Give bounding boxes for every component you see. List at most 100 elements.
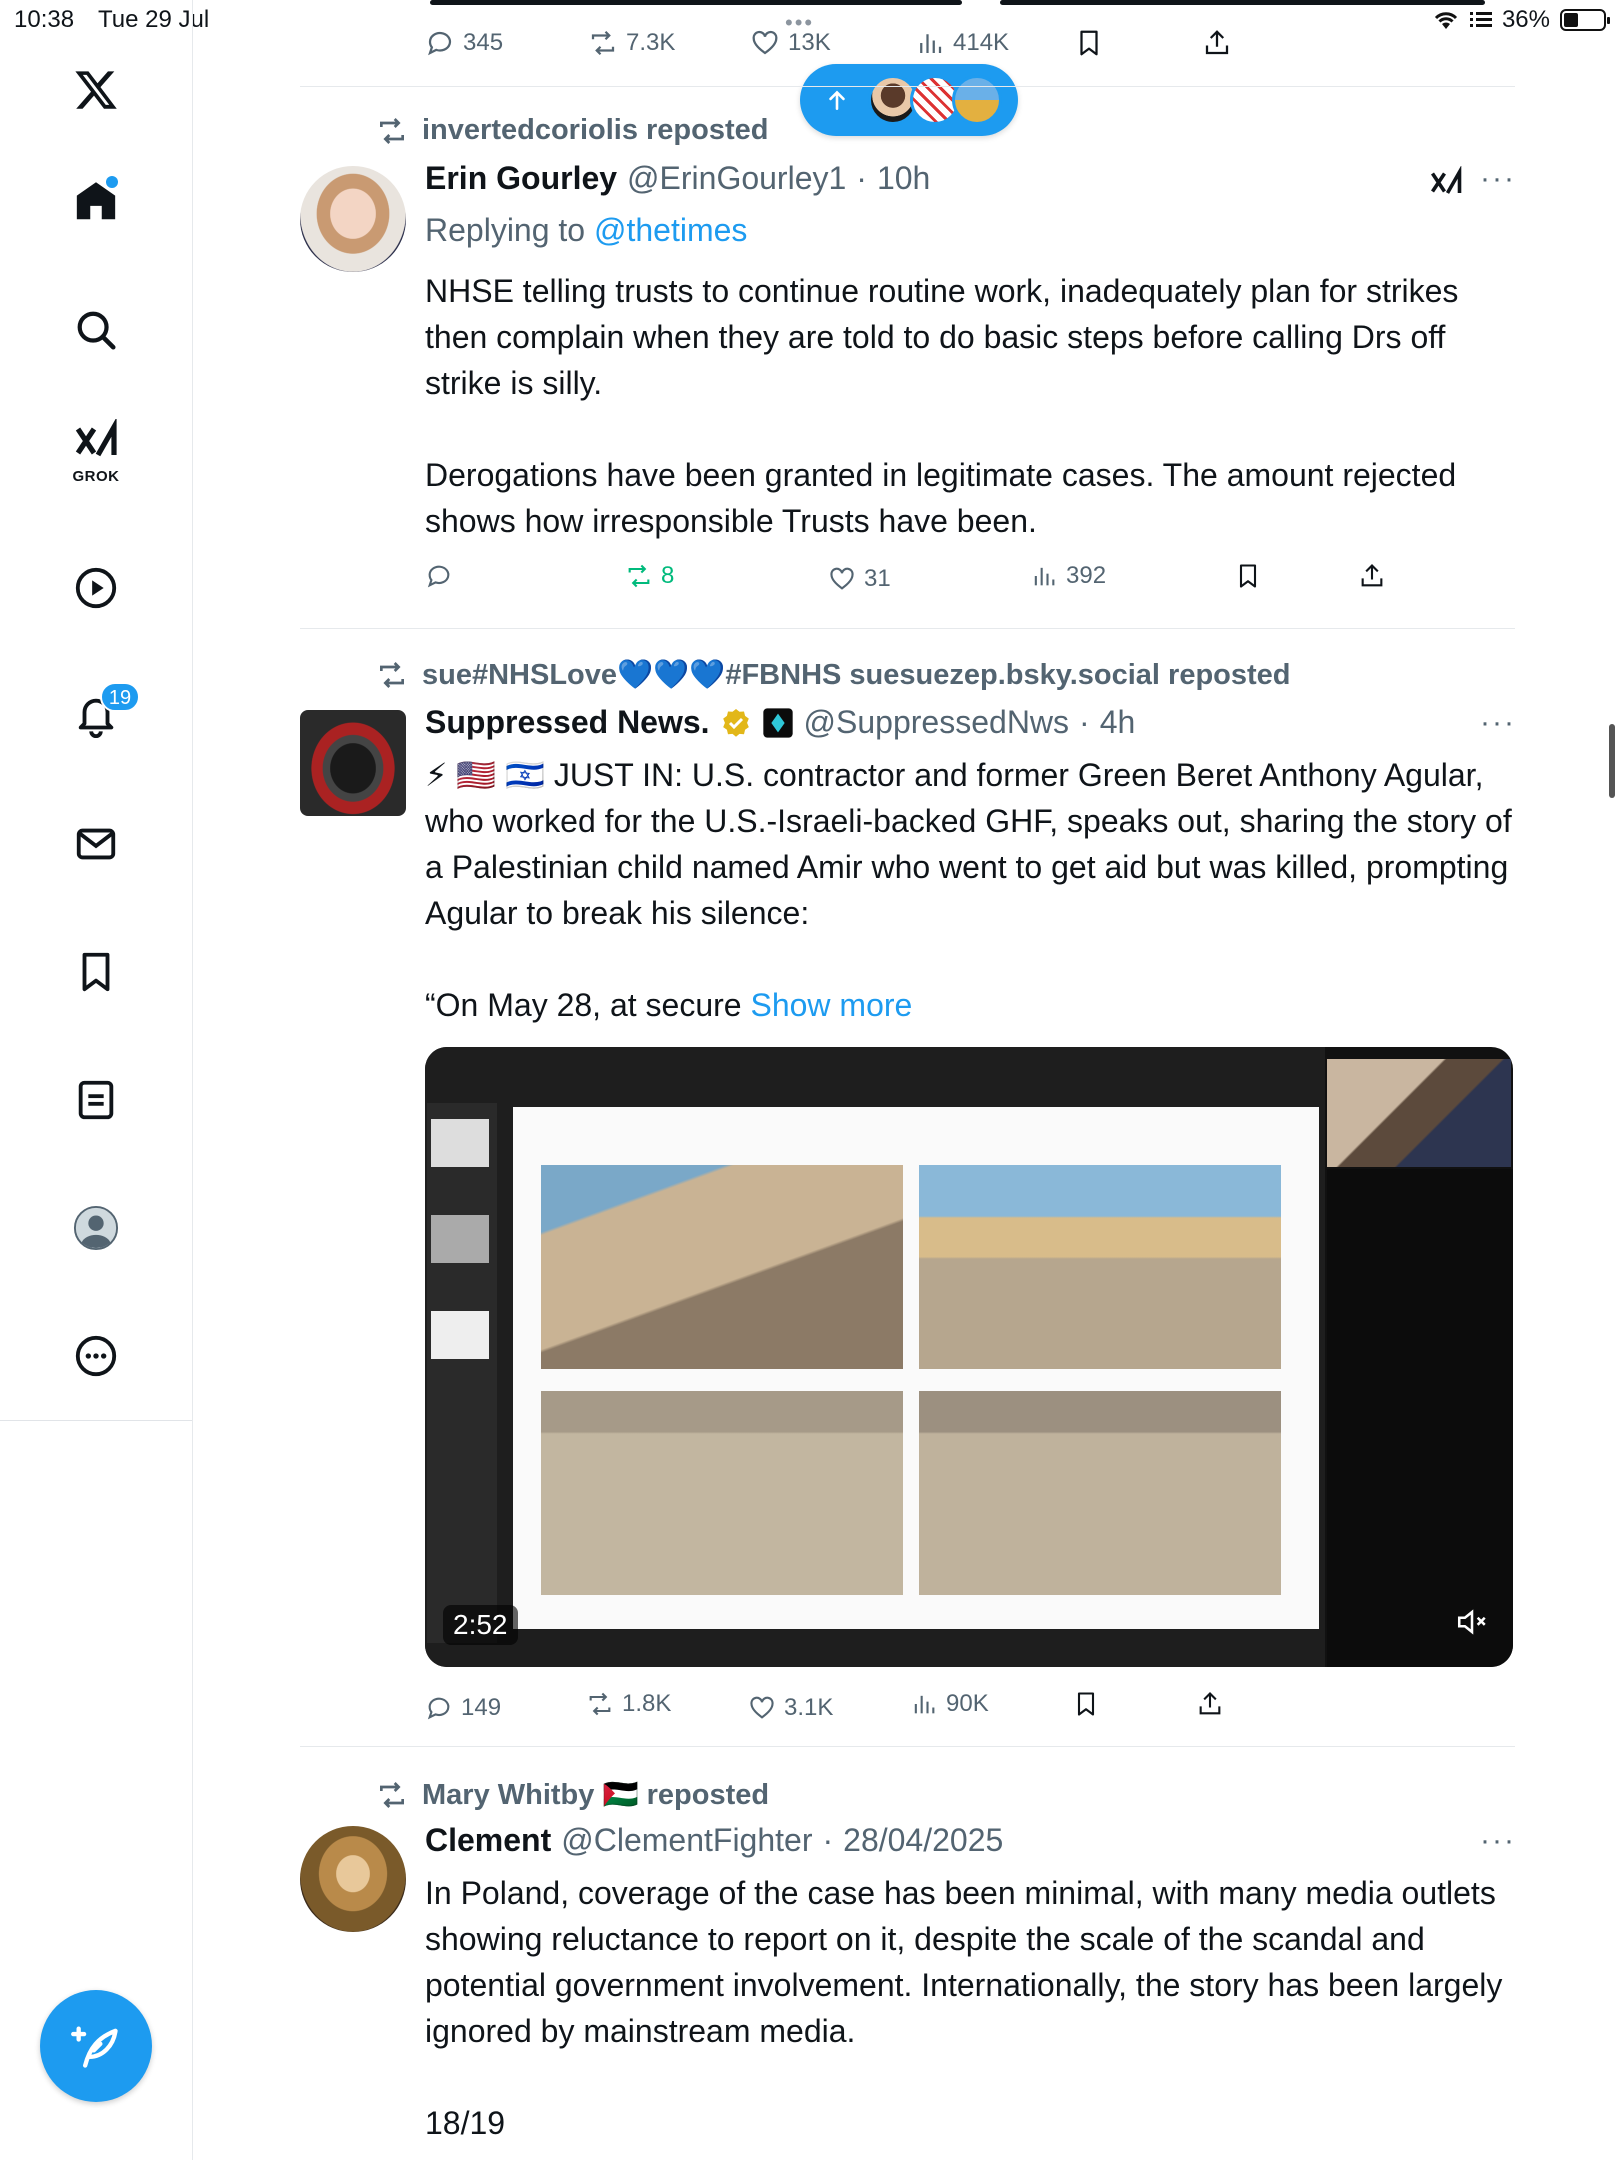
reposted-by: sue#NHSLove💙💙💙#FBNHS suesuezep.bsky.soci… [422,659,1291,691]
repost-context[interactable]: Mary Whitby 🇵🇸 reposted [376,1778,769,1812]
avatar[interactable] [300,1826,406,1932]
repost-context[interactable]: invertedcoriolis reposted [376,114,769,147]
bookmark-action[interactable] [1234,562,1262,590]
sidebar-item-bookmarks[interactable] [62,938,130,1006]
handle[interactable]: @SuppressedNws [804,704,1069,741]
more-options-icon[interactable]: ··· [1480,1824,1516,1858]
status-indicators: 36% [1432,6,1610,34]
verified-badge-icon [722,708,749,737]
reply-count: 149 [461,1694,502,1721]
x-logo-icon[interactable] [62,56,130,124]
reply-action[interactable] [425,562,453,590]
tweet-divider [300,86,1515,87]
grok-icon[interactable] [1428,166,1464,202]
share-action[interactable] [1202,28,1232,58]
avatar[interactable] [300,710,406,816]
timestamp[interactable]: 4h [1100,704,1136,741]
video-photo [919,1165,1281,1369]
sidebar-divider [0,1420,192,1421]
video-document-page [513,1107,1319,1629]
timestamp[interactable]: 10h [877,160,930,197]
repost-count: 1.8K [622,1690,672,1717]
repost-action[interactable]: 7.3K [588,28,675,58]
handle[interactable]: @ClementFighter [561,1822,812,1859]
video-thumbnail-strip [427,1103,497,1643]
timestamp[interactable]: 28/04/2025 [843,1822,1003,1859]
reposted-by: Mary Whitby 🇵🇸 reposted [422,1779,770,1811]
reply-action[interactable]: 149 [425,1694,501,1722]
like-action[interactable]: 3.1K [748,1694,833,1722]
sidebar-item-messages[interactable] [62,810,130,878]
separator-dot: · [822,1822,834,1858]
reply-count: 345 [463,29,504,56]
more-options-icon[interactable]: ··· [1480,162,1516,196]
separator-dot: · [1079,704,1090,740]
video-webcam-inset [1327,1059,1511,1167]
repost-icon [380,1782,404,1808]
drag-handle-dots[interactable]: ••• [785,10,814,36]
display-name[interactable]: Erin Gourley [425,160,617,197]
share-icon [1199,1692,1221,1715]
video-photo [541,1165,903,1369]
sidebar-item-profile[interactable] [62,1194,130,1262]
repost-action[interactable]: 1.8K [586,1690,671,1718]
reply-action[interactable]: 345 [425,28,503,58]
sidebar-item-notifications[interactable]: 19 [62,682,140,750]
display-name[interactable]: Clement [425,1822,551,1859]
avatar[interactable] [300,166,406,272]
like-action[interactable]: 31 [828,565,891,593]
replying-to-mention[interactable]: @thetimes [594,212,747,248]
repost-icon [589,1692,611,1716]
repost-action[interactable]: 8 [625,562,674,590]
video-duration: 2:52 [443,1605,518,1645]
thumbnail [431,1311,489,1359]
views-count: 392 [1066,562,1107,589]
grok-icon [75,419,117,457]
sidebar-item-more[interactable] [62,1322,130,1390]
video-photo [919,1391,1281,1595]
replying-to: Replying to @thetimes [425,212,747,249]
mail-icon [76,828,116,860]
display-name[interactable]: Suppressed News. [425,704,710,741]
replying-to-prefix: Replying to [425,212,586,248]
views-chart-icon [920,34,942,53]
repost-icon [628,564,650,588]
separator-dot: · [856,160,867,196]
sidebar-item-articles[interactable] [62,1066,130,1134]
show-more-link[interactable]: Show more [750,987,912,1023]
like-count: 31 [864,565,891,592]
views-count: 90K [946,1690,989,1717]
video-player[interactable]: 2:52 [425,1047,1513,1667]
thumbnail [431,1215,489,1263]
views-action[interactable]: 392 [1030,562,1106,590]
bookmark-action[interactable] [1074,28,1104,58]
views-action[interactable]: 90K [910,1690,989,1718]
sidebar-item-videos[interactable] [62,554,130,622]
sidebar-item-home[interactable] [62,168,130,236]
sidebar-item-grok[interactable]: GROK [62,419,130,488]
bookmark-icon [82,952,110,992]
tweet-header: Suppressed News. @SuppressedNws · 4h [425,704,1135,741]
bookmark-action[interactable] [1072,1690,1100,1718]
tweet-text-body: ⚡ 🇺🇸 🇮🇱 JUST IN: U.S. contractor and for… [425,757,1512,1023]
video-side-panel [1327,1169,1513,1667]
reposted-by: invertedcoriolis reposted [422,114,769,146]
share-action[interactable] [1196,1690,1224,1718]
grok-label: GROK [72,468,120,485]
share-action[interactable] [1358,562,1386,590]
unread-dot [106,176,118,188]
more-options-icon[interactable]: ··· [1480,706,1516,740]
mute-icon[interactable] [1455,1605,1489,1639]
battery-percent: 36% [1501,6,1550,33]
new-posts-pill[interactable] [800,64,1018,136]
compose-post-button[interactable] [40,1990,152,2102]
scrollbar[interactable] [1609,724,1615,798]
tweet-text: ⚡ 🇺🇸 🇮🇱 JUST IN: U.S. contractor and for… [425,752,1515,1028]
tweet-header: Clement @ClementFighter · 28/04/2025 [425,1822,1003,1859]
views-action[interactable]: 414K [915,28,1009,58]
repost-context[interactable]: sue#NHSLove💙💙💙#FBNHS suesuezep.bsky.soci… [376,658,1291,692]
sidebar-item-explore[interactable] [62,296,130,364]
tweet-text: In Poland, coverage of the case has been… [425,1875,1503,2141]
battery-icon [1560,9,1610,31]
handle[interactable]: @ErinGourley1 [627,160,846,197]
